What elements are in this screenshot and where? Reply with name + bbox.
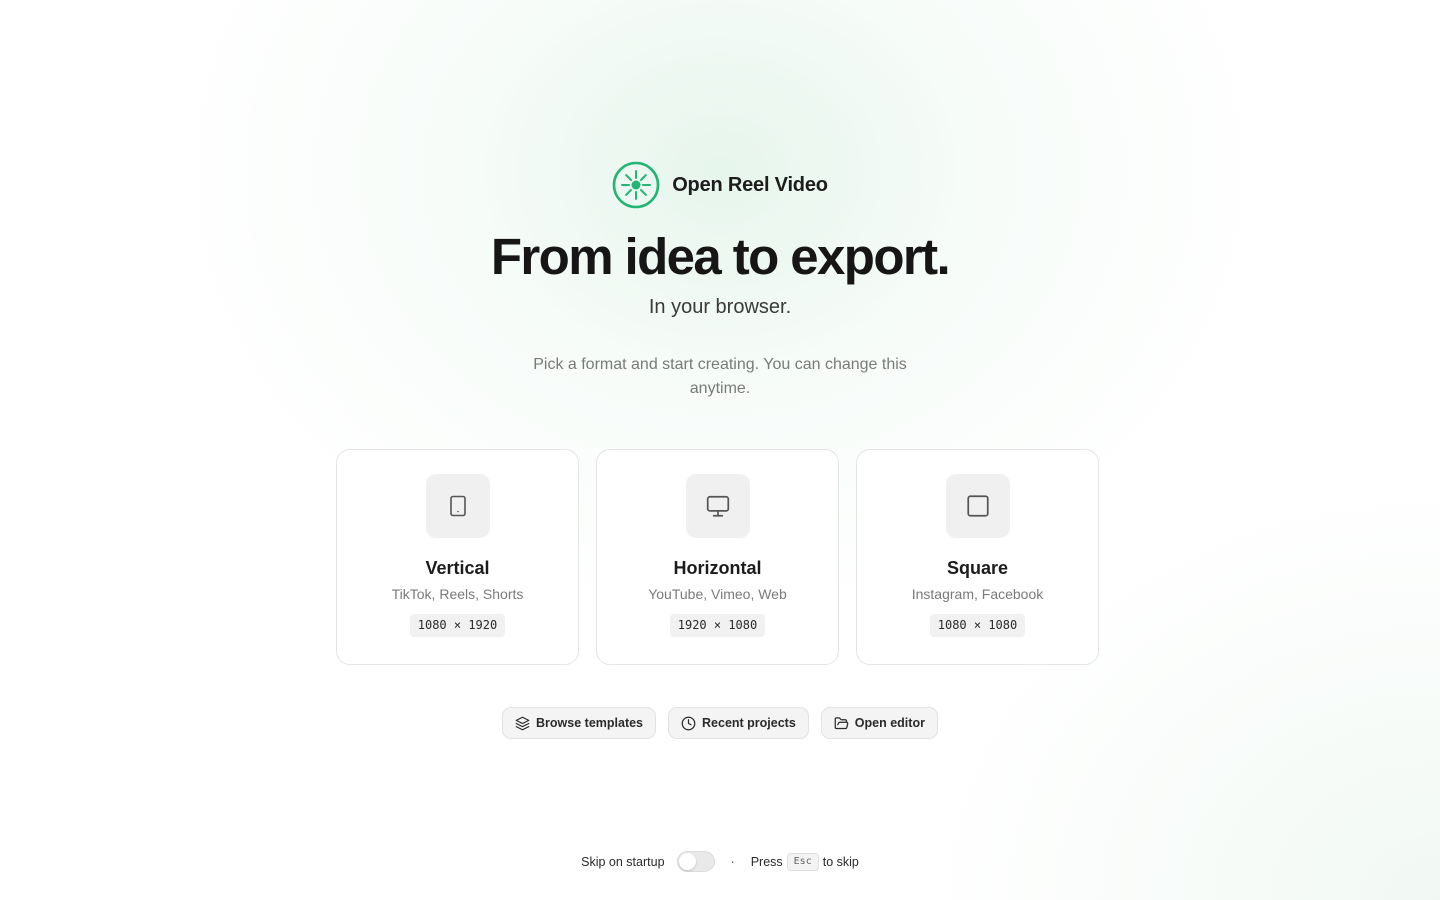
card-title: Vertical — [425, 558, 490, 578]
page-description: Pick a format and start creating. You ca… — [533, 356, 907, 397]
card-platforms: TikTok, Reels, Shorts — [391, 586, 524, 602]
format-cards: Vertical TikTok, Reels, Shorts 1080 × 19… — [336, 449, 1099, 665]
format-card-square[interactable]: Square Instagram, Facebook 1080 × 1080 — [856, 449, 1099, 665]
layers-icon — [515, 716, 530, 730]
to-skip-text: to skip — [822, 854, 859, 869]
card-resolution-badge: 1080 × 1920 — [409, 614, 506, 637]
recent-projects-button[interactable]: Recent projects — [668, 707, 809, 739]
card-title: Horizontal — [673, 558, 762, 578]
action-buttons: Browse templates Recent projects Open ed… — [0, 707, 1440, 739]
separator-dot: · — [730, 854, 735, 869]
skip-on-startup-toggle[interactable] — [676, 851, 715, 872]
square-icon — [966, 495, 989, 517]
esc-key-hint: Esc — [786, 852, 819, 871]
press-text: Press — [750, 854, 783, 869]
card-icon-container — [425, 474, 490, 538]
reel-logo-icon — [612, 161, 660, 209]
monitor-icon — [706, 495, 729, 517]
phone-icon — [449, 495, 466, 517]
browse-templates-button[interactable]: Browse templates — [502, 707, 657, 739]
recent-projects-label: Recent projects — [702, 716, 796, 730]
page-headline: From idea to export. — [490, 228, 951, 285]
browse-templates-label: Browse templates — [536, 716, 644, 730]
startup-footer: Skip on startup · Press Esc to skip — [0, 851, 1440, 872]
toggle-knob — [678, 853, 696, 870]
format-card-horizontal[interactable]: Horizontal YouTube, Vimeo, Web 1920 × 10… — [596, 449, 839, 665]
brand-name: Open Reel Video — [672, 173, 828, 196]
card-platforms: Instagram, Facebook — [911, 586, 1044, 602]
page-subheadline: In your browser. — [648, 296, 792, 318]
card-icon-container — [685, 474, 750, 538]
card-title: Square — [946, 558, 1009, 578]
brand-header: Open Reel Video — [0, 161, 1440, 209]
card-platforms: YouTube, Vimeo, Web — [648, 586, 787, 602]
open-editor-button[interactable]: Open editor — [820, 707, 938, 739]
open-editor-label: Open editor — [854, 716, 925, 730]
clock-icon — [681, 716, 696, 730]
skip-on-startup-label: Skip on startup — [581, 854, 665, 869]
card-icon-container — [945, 474, 1010, 538]
folder-open-icon — [834, 716, 849, 729]
format-card-vertical[interactable]: Vertical TikTok, Reels, Shorts 1080 × 19… — [336, 449, 579, 665]
card-resolution-badge: 1920 × 1080 — [669, 614, 766, 637]
card-resolution-badge: 1080 × 1080 — [929, 614, 1026, 637]
